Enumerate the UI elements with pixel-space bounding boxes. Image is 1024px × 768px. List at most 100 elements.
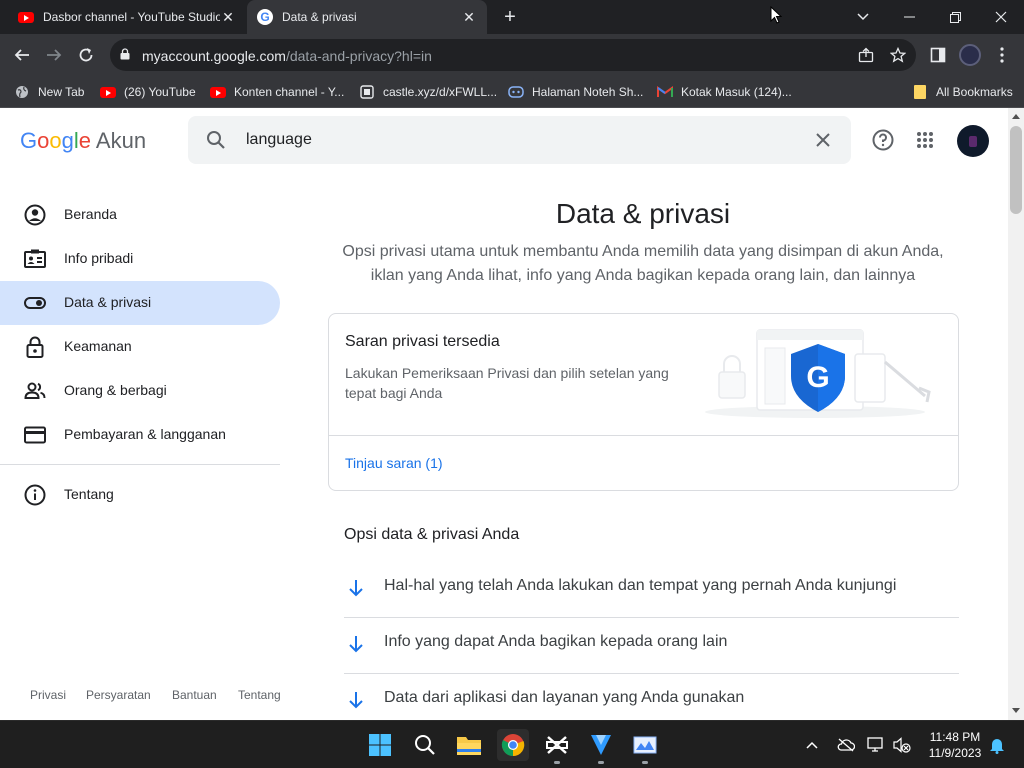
footer-tentang-link[interactable]: Tentang [238,688,281,702]
google-account-logo[interactable]: Google Akun [20,128,146,154]
apps-grid-icon[interactable] [913,128,937,152]
search-bar[interactable]: language [188,116,851,164]
all-bookmarks-button[interactable]: All Bookmarks [912,82,1013,102]
share-icon[interactable] [856,45,876,65]
scroll-down-arrow[interactable] [1012,708,1020,713]
youtube-icon [100,84,116,100]
close-tab-icon[interactable]: ✕ [461,9,477,26]
notification-bell-icon[interactable] [987,735,1007,755]
search-icon [415,735,435,755]
cloud-sync-icon[interactable] [836,735,856,755]
forward-button[interactable] [41,42,67,68]
sidebar-item-data-privasi[interactable]: Data & privasi [0,281,280,325]
youtube-icon [18,11,34,23]
sidebar-item-info-pribadi[interactable]: Info pribadi [0,237,280,281]
editor-taskbar-button[interactable] [585,729,617,764]
page-title: Data & privasi [555,198,731,229]
capcut-taskbar-button[interactable] [541,729,573,764]
photos-icon [633,736,657,754]
start-button[interactable] [364,729,396,761]
bookmark-youtube[interactable]: (26) YouTube [100,82,196,102]
toggle-icon [24,297,46,309]
sidebar-item-orang-berbagi[interactable]: Orang & berbagi [0,369,280,413]
file-explorer-button[interactable] [453,729,485,761]
option-info-shared[interactable]: Info yang dapat Anda bagikan kepada oran… [344,618,959,674]
review-suggestions-link[interactable]: Tinjau saran (1) [345,455,443,471]
bookmark-castle[interactable]: castle.xyz/d/xFWLL... [359,82,497,102]
lock-icon [26,336,44,358]
taskbar-search-button[interactable] [409,729,441,761]
reload-icon [79,48,93,62]
chrome-taskbar-button[interactable] [497,729,529,761]
logo-google-text: Google [20,128,92,153]
chevron-down-icon [857,13,869,21]
sidebar-item-label: Pembayaran & langganan [64,426,226,442]
sidebar-item-label: Beranda [64,206,117,222]
windows-taskbar: 11:48 PM 11/9/2023 [0,720,1024,768]
tab-strip: Dasbor channel - YouTube Studio ✕ G Data… [0,0,1024,34]
clock-date: 11/9/2023 [928,746,982,760]
sidebar-item-label: Data & privasi [64,294,152,310]
lock-icon [120,48,130,60]
photo-app-taskbar-button[interactable] [629,729,661,764]
bookmark-star-icon[interactable] [888,45,908,65]
bookmark-kotak-masuk[interactable]: Kotak Masuk (124)... [657,82,792,102]
all-bookmarks-label: All Bookmarks [936,85,1013,99]
back-button[interactable] [9,42,35,68]
browser-toolbar: myaccount.google.com/data-and-privacy?hl… [0,34,1024,76]
close-tab-icon[interactable]: ✕ [220,9,236,26]
side-panel-icon[interactable] [925,42,951,68]
bookmark-label: castle.xyz/d/xFWLL... [383,85,498,99]
address-bar[interactable]: myaccount.google.com/data-and-privacy?hl… [110,39,916,71]
close-icon [995,11,1007,23]
taskbar-clock[interactable]: 11:48 PM 11/9/2023 [918,729,992,761]
scroll-up-arrow[interactable] [1012,114,1020,119]
clear-search-icon[interactable] [815,132,831,148]
option-app-data[interactable]: Data dari aplikasi dan layanan yang Anda… [344,674,959,720]
account-avatar[interactable] [957,125,989,157]
bookmark-label: Halaman Noteh Sh... [532,85,644,99]
sidebar-item-tentang[interactable]: Tentang [0,473,280,517]
footer-bantuan-link[interactable]: Bantuan [172,688,217,702]
restore-button[interactable] [932,0,978,34]
capcut-icon [546,736,568,754]
sidebar-item-label: Info pribadi [64,250,134,266]
arrow-down-icon [349,636,363,653]
option-activity-places[interactable]: Hal-hal yang telah Anda lakukan dan temp… [344,562,959,618]
search-input[interactable]: language [246,131,312,149]
close-window-button[interactable] [978,0,1024,34]
arrow-right-icon [47,49,62,61]
footer-persyaratan-link[interactable]: Persyaratan [86,688,151,702]
tray-overflow-icon[interactable] [802,735,822,755]
bookmark-konten-channel[interactable]: Konten channel - Y... [210,82,344,102]
arrow-down-icon [349,692,363,709]
profile-avatar[interactable] [957,42,983,68]
tab-search-button[interactable] [840,0,886,34]
tab-youtube-studio[interactable]: Dasbor channel - YouTube Studio ✕ [8,0,246,34]
bookmark-halaman-noteh[interactable]: Halaman Noteh Sh... [508,82,643,102]
bookmark-new-tab[interactable]: New Tab [14,82,84,102]
sidebar-item-keamanan[interactable]: Keamanan [0,325,280,369]
page-scrollbar[interactable] [1008,108,1024,720]
scroll-thumb[interactable] [1010,126,1022,214]
footer-privasi-link[interactable]: Privasi [30,688,66,702]
page-subtitle: Opsi privasi utama untuk membantu Anda m… [342,243,944,284]
url-text: myaccount.google.com/data-and-privacy?hl… [142,48,432,64]
sidebar-item-label: Orang & berbagi [64,382,167,398]
new-tab-button[interactable]: + [498,5,522,29]
sidebar-item-pembayaran[interactable]: Pembayaran & langganan [0,413,280,457]
volume-muted-icon[interactable] [892,735,912,755]
search-icon[interactable] [206,130,226,150]
reload-button[interactable] [73,42,99,68]
castle-icon [359,84,375,100]
tab-data-privasi[interactable]: G Data & privasi ✕ [247,0,487,34]
minimize-button[interactable] [886,0,932,34]
option-label: Hal-hal yang telah Anda lakukan dan temp… [384,577,897,594]
option-label: Info yang dapat Anda bagikan kepada oran… [384,633,728,650]
more-menu-icon[interactable] [989,42,1015,68]
sidebar-item-beranda[interactable]: Beranda [0,193,280,237]
network-icon[interactable] [866,735,886,755]
credit-card-icon [24,426,46,444]
help-icon[interactable] [871,128,895,152]
tab-title: Data & privasi [282,10,357,24]
